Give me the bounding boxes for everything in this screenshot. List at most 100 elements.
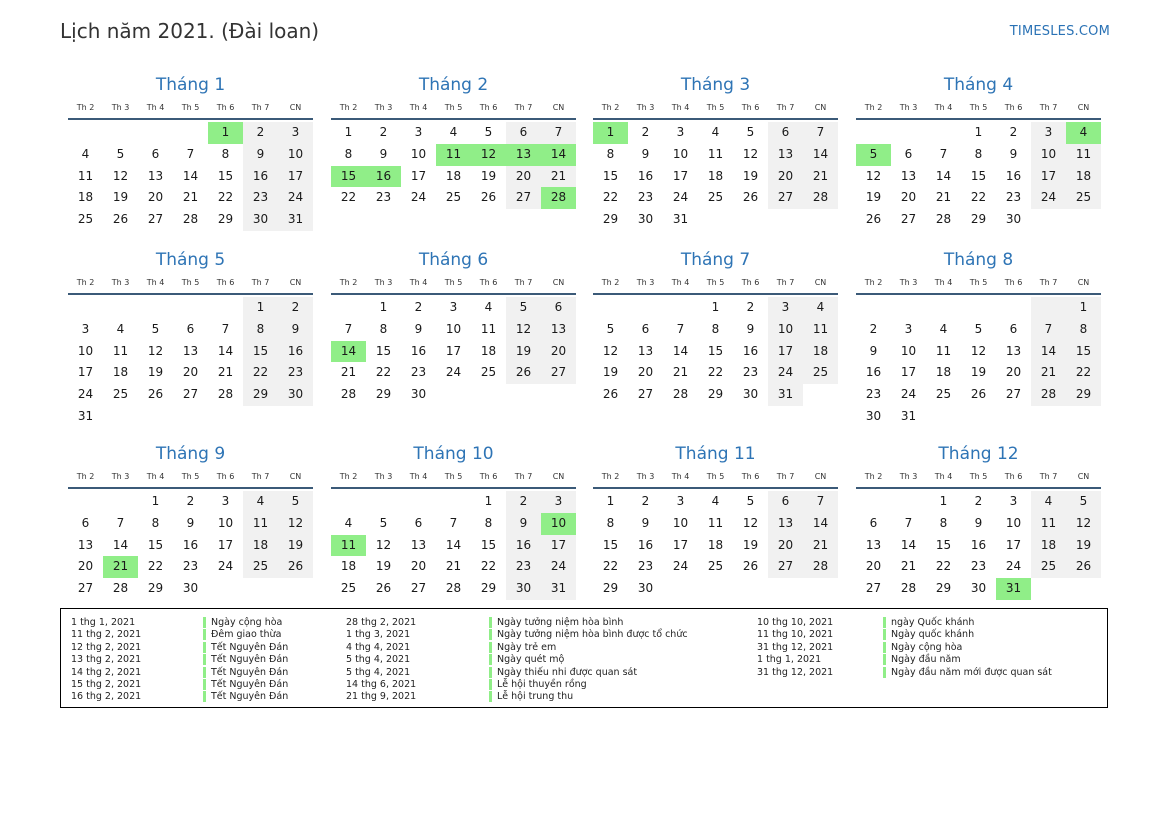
day-cell: 6 (81, 515, 90, 530)
day-cell: 23 (243, 187, 278, 210)
day-cell: 2 (974, 494, 983, 508)
empty-cell (698, 209, 733, 231)
day-cell: 8 (379, 321, 388, 336)
weekday-label: CN (552, 103, 565, 112)
day-cell: 22 (1066, 362, 1101, 385)
legend-holiday-name: Tết Nguyên Đán (203, 654, 288, 666)
month-7: Tháng 7 Th 2 Th 3 Th 4 Th 5 Th 6 Th 7 CN 1 2 3 4 5 6 7… (593, 248, 838, 406)
page-title: Lịch năm 2021. (Đài loan) (60, 19, 320, 43)
empty-cell (366, 491, 401, 513)
day-cell: 27 (1005, 387, 1022, 402)
weekday-header: Th 2 Th 3 Th 4 Th 5 Th 6 Th 7 CN (331, 470, 576, 486)
day-cell: 14 (217, 343, 234, 358)
day-cell: 17 (672, 168, 689, 183)
weekday-label: CN (814, 103, 827, 112)
weekday-label: Th 5 (444, 472, 463, 481)
day-cell: 4 (1031, 491, 1066, 513)
day-cell: 1 (606, 494, 615, 508)
day-cell: 21 (803, 534, 838, 557)
day-cell: 19 (480, 168, 497, 183)
month-title: Tháng 3 (680, 75, 751, 95)
weekday-header: Th 2 Th 3 Th 4 Th 5 Th 6 Th 7 CN (331, 101, 576, 117)
weekday-label: Th 4 (671, 278, 690, 287)
day-cell: 30 (742, 387, 759, 402)
weekday-label: Th 3 (899, 472, 918, 481)
day-cell: 5 (151, 321, 160, 336)
day-cell: 13 (865, 537, 882, 552)
day-cell: 19 (375, 559, 392, 574)
day-cell: 11 (707, 146, 724, 161)
day-cell: 7 (221, 321, 230, 336)
day-cell: 23 (742, 365, 759, 380)
day-cell: 14 (900, 537, 917, 552)
day-cell: 19 (602, 365, 619, 380)
day-cell: 3 (221, 494, 230, 508)
day-cell: 19 (278, 534, 313, 557)
weekday-label: Th 2 (339, 278, 358, 287)
day-cell: 28 (803, 187, 838, 210)
month-divider (593, 118, 838, 120)
day-cell: 29 (602, 581, 619, 596)
day-cell: 17 (445, 343, 462, 358)
day-cell: 2 (641, 494, 650, 508)
day-cell: 26 (112, 212, 129, 227)
day-cell: 11 (243, 512, 278, 535)
day-cell: 22 (340, 190, 357, 205)
weekday-label: CN (289, 278, 302, 287)
day-cell: 4 (449, 125, 458, 139)
day-cell: 14 (672, 343, 689, 358)
legend-date: 31 thg 12, 2021 (757, 641, 834, 653)
day-cell: 7 (541, 122, 576, 144)
weekday-header: Th 2 Th 3 Th 4 Th 5 Th 6 Th 7 CN (856, 470, 1101, 486)
day-cell: 28 (672, 387, 689, 402)
weekday-label: Th 7 (514, 278, 533, 287)
day-cell: 14 (935, 168, 952, 183)
day-cell: 21 (803, 165, 838, 188)
day-cell: 15 (147, 537, 164, 552)
weekday-label: CN (1077, 278, 1090, 287)
day-cell: 26 (278, 556, 313, 579)
day-cell: 12 (375, 537, 392, 552)
day-cell: 7 (344, 321, 353, 336)
site-link[interactable]: TIMESLES.COM (1010, 24, 1110, 39)
day-cell: 18 (707, 537, 724, 552)
month-title: Tháng 10 (413, 444, 494, 464)
weekday-header: Th 2 Th 3 Th 4 Th 5 Th 6 Th 7 CN (856, 101, 1101, 117)
legend-holiday-name: Tết Nguyên Đán (203, 691, 288, 703)
day-cell: 3 (449, 300, 458, 314)
month-title: Tháng 12 (938, 444, 1019, 464)
empty-cell (436, 384, 471, 406)
day-cell: 26 (742, 559, 759, 574)
legend-holiday-name: Lễ hội thuyền rồng (489, 679, 587, 690)
month-title: Tháng 9 (155, 444, 226, 464)
month-9: Tháng 9 Th 2 Th 3 Th 4 Th 5 Th 6 Th 7 CN 1 2 3 4 5 6 7… (68, 442, 313, 600)
legend-holiday-name: Ngày cộng hòa (883, 641, 962, 653)
empty-cell (208, 578, 243, 600)
weekday-header: Th 2 Th 3 Th 4 Th 5 Th 6 Th 7 CN (331, 276, 576, 292)
legend-date: 5 thg 4, 2021 (346, 666, 411, 678)
day-cell: 5 (746, 494, 755, 508)
day-cell: 7 (1031, 318, 1066, 341)
day-grid: 1 2 3 4 5 6 7 8 9 10 11 12 13 14 15 16 17 18 19 20 21 22 23 24 2… (331, 297, 576, 406)
empty-cell (768, 209, 803, 231)
day-cell: 25 (935, 387, 952, 402)
weekday-label: Th 3 (374, 472, 393, 481)
day-cell: 3 (676, 125, 685, 139)
weekday-label: Th 4 (934, 472, 953, 481)
weekday-label: Th 6 (1004, 472, 1023, 481)
day-cell: 10 (672, 515, 689, 530)
day-cell: 26 (865, 212, 882, 227)
empty-cell (103, 122, 138, 144)
day-cell: 10 (410, 146, 427, 161)
day-cell: 28 (900, 581, 917, 596)
empty-cell (138, 297, 173, 319)
weekday-label: Th 7 (251, 278, 270, 287)
day-cell: 21 (445, 559, 462, 574)
day-cell: 21 (1031, 362, 1066, 385)
empty-cell (68, 297, 103, 319)
day-cell: 30 (1005, 212, 1022, 227)
day-cell: 13 (541, 318, 576, 341)
day-cell: 13 (506, 143, 541, 166)
month-title: Tháng 4 (943, 75, 1014, 95)
empty-cell (208, 406, 243, 428)
